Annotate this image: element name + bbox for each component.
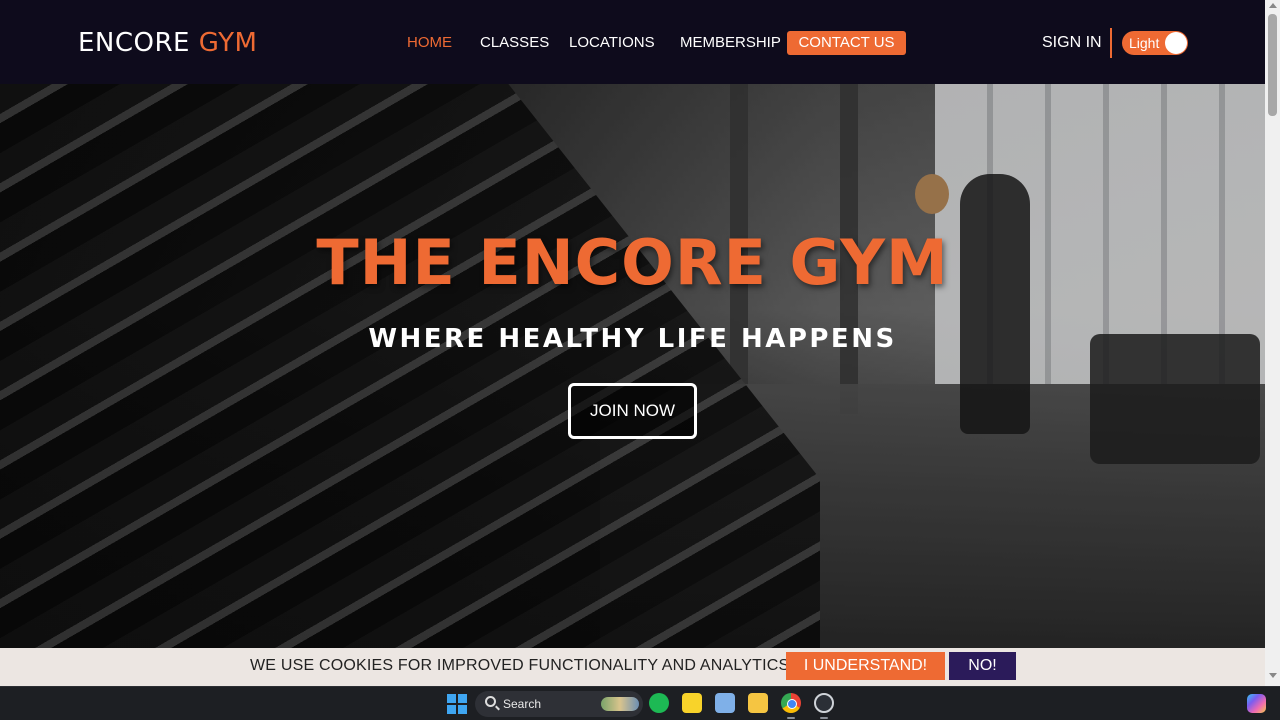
spotify-icon[interactable] bbox=[649, 693, 669, 713]
scroll-down-arrow-icon[interactable] bbox=[1269, 673, 1277, 678]
theme-toggle[interactable]: Light bbox=[1122, 31, 1188, 55]
app-running-indicator bbox=[820, 717, 828, 719]
search-highlight-icon bbox=[601, 697, 639, 711]
page-scrollbar[interactable] bbox=[1265, 0, 1280, 686]
sign-in-link[interactable]: SIGN IN bbox=[1042, 31, 1102, 55]
site-logo[interactable]: ENCORE GYM bbox=[78, 28, 257, 58]
sticky-notes-icon[interactable] bbox=[682, 693, 702, 713]
cookie-message: WE USE COOKIES FOR IMPROVED FUNCTIONALIT… bbox=[250, 657, 795, 674]
nav-item-classes[interactable]: CLASSES bbox=[480, 31, 549, 55]
scroll-up-arrow-icon[interactable] bbox=[1269, 3, 1277, 8]
search-icon bbox=[485, 696, 496, 707]
join-now-button[interactable]: JOIN NOW bbox=[568, 383, 697, 439]
logo-text-accent: GYM bbox=[198, 28, 258, 58]
chrome-icon[interactable] bbox=[781, 693, 801, 713]
scrollbar-thumb[interactable] bbox=[1268, 14, 1277, 116]
copilot-icon[interactable] bbox=[1247, 694, 1266, 713]
hero-title: THE ENCORE GYM bbox=[316, 226, 949, 299]
hero-section: THE ENCORE GYM WHERE HEALTHY LIFE HAPPEN… bbox=[0, 84, 1265, 648]
site-header: ENCORE GYM HOME CLASSES LOCATIONS MEMBER… bbox=[0, 0, 1265, 84]
nav-divider bbox=[1110, 28, 1112, 58]
file-explorer-icon[interactable] bbox=[748, 693, 768, 713]
windows-start-icon[interactable] bbox=[447, 694, 467, 714]
theme-toggle-label: Light bbox=[1129, 35, 1160, 51]
nav-item-membership[interactable]: MEMBERSHIP bbox=[680, 31, 781, 55]
cookie-decline-button[interactable]: NO! bbox=[949, 652, 1016, 680]
snipping-tool-icon[interactable] bbox=[715, 693, 735, 713]
taskbar-search-label: Search bbox=[503, 697, 542, 711]
nav-item-locations[interactable]: LOCATIONS bbox=[569, 31, 655, 55]
hero-subtitle: WHERE HEALTHY LIFE HAPPENS bbox=[368, 324, 897, 354]
cookie-accept-button[interactable]: I UNDERSTAND! bbox=[786, 652, 945, 680]
taskbar-search[interactable]: Search bbox=[475, 691, 643, 717]
logo-text-main: ENCORE bbox=[78, 28, 190, 58]
app-icon[interactable] bbox=[814, 693, 834, 713]
cookie-banner: WE USE COOKIES FOR IMPROVED FUNCTIONALIT… bbox=[0, 648, 1265, 686]
chrome-running-indicator bbox=[787, 717, 795, 719]
toggle-knob-icon bbox=[1165, 32, 1187, 54]
hero-overlay bbox=[0, 84, 1265, 648]
contact-us-button[interactable]: CONTACT US bbox=[787, 31, 906, 55]
nav-item-home[interactable]: HOME bbox=[407, 31, 452, 55]
os-taskbar: Search bbox=[0, 686, 1280, 720]
